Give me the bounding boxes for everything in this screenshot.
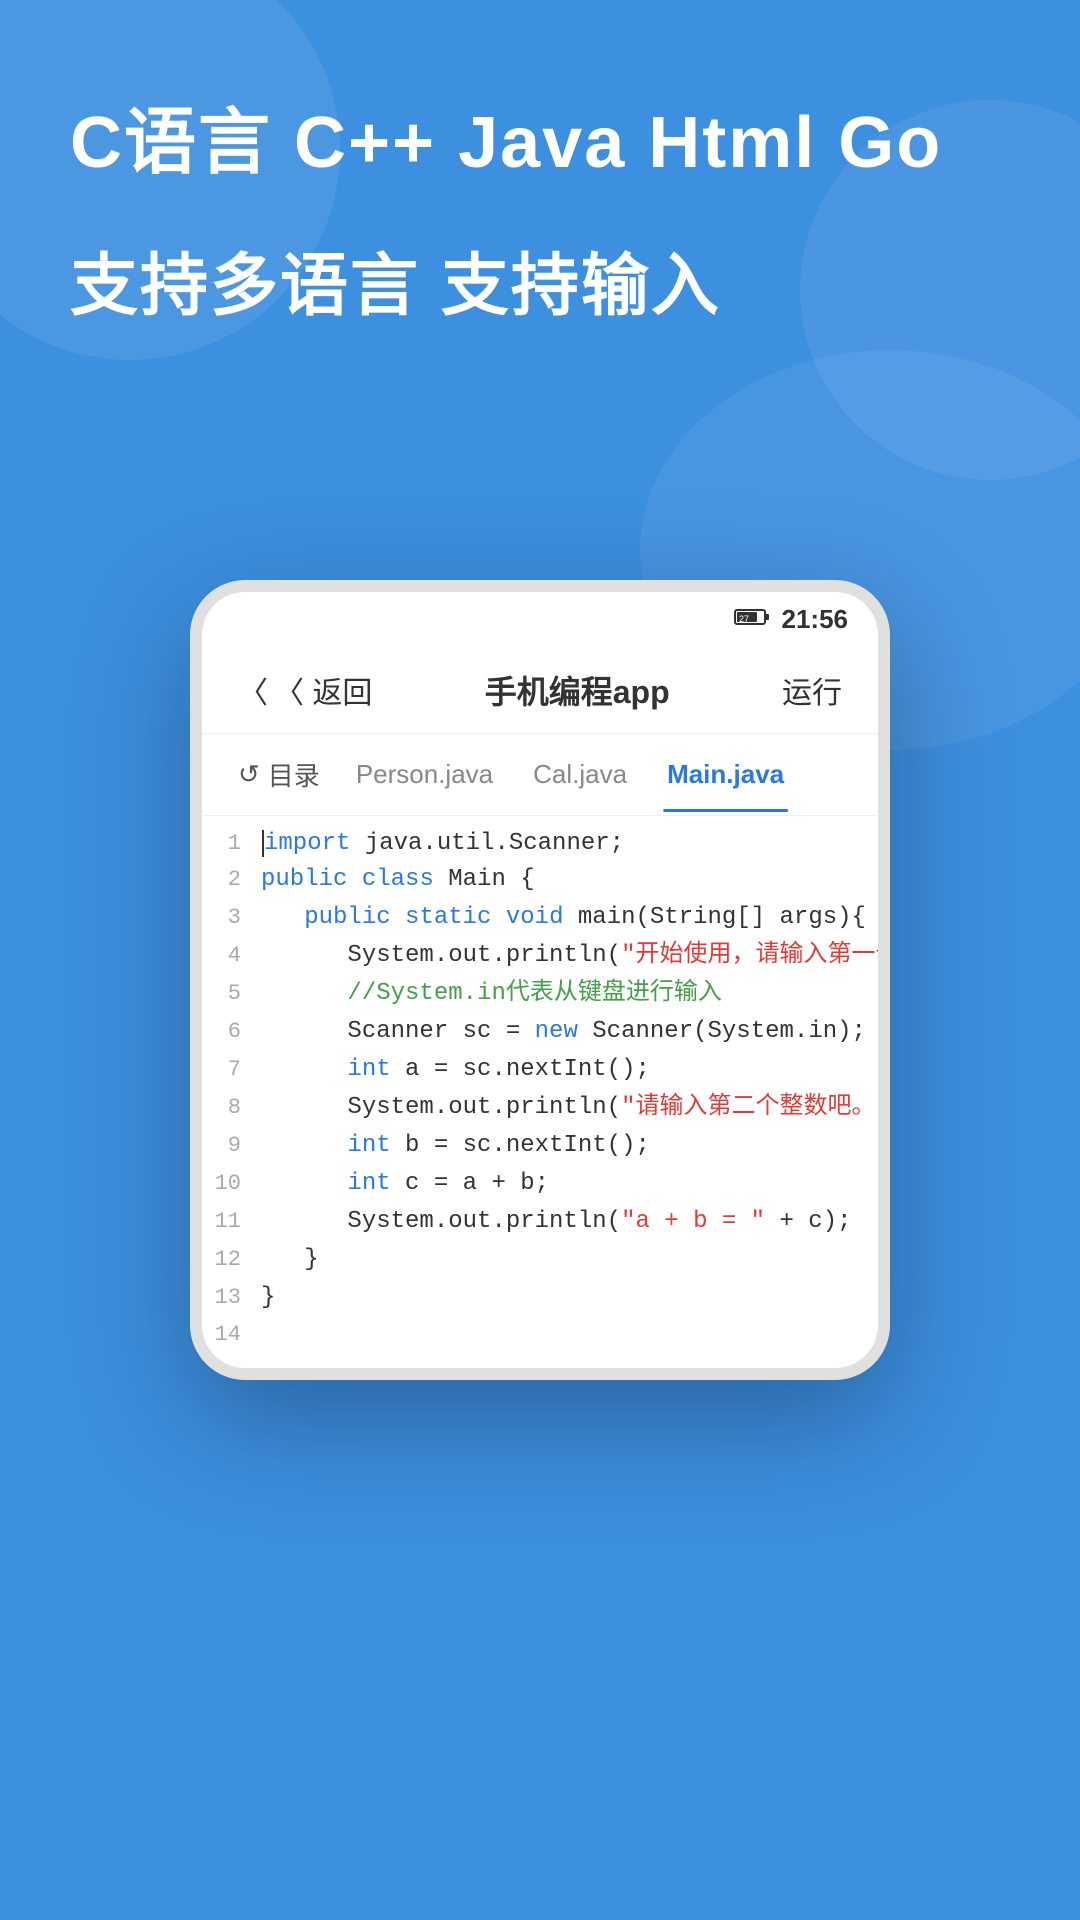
code-line-7: 7 int a = sc.nextInt();	[202, 1052, 878, 1090]
status-time: 21:56	[782, 604, 849, 635]
code-line-13: 13 }	[202, 1280, 878, 1318]
battery-indicator: 27	[734, 607, 770, 633]
back-chevron-icon: 〈	[238, 668, 268, 712]
code-line-2: 2 public class Main {	[202, 862, 878, 900]
phone-mockup-container: 27 21:56 〈 〈 返回 手机编程app 运行 ↺ 目录 Person.j…	[190, 580, 890, 1380]
code-line-4: 4 System.out.println("开始使用，请输入第一个整数吧。");	[202, 938, 878, 976]
back-label: 〈 返回	[274, 668, 372, 712]
folder-refresh-icon: ↺	[238, 759, 260, 790]
tab-main-java[interactable]: Main.java	[647, 737, 804, 812]
app-title: 手机编程app	[485, 667, 670, 713]
code-line-6: 6 Scanner sc = new Scanner(System.in);	[202, 1014, 878, 1052]
tab-cal-java[interactable]: Cal.java	[513, 737, 647, 812]
phone-mockup: 27 21:56 〈 〈 返回 手机编程app 运行 ↺ 目录 Person.j…	[190, 580, 890, 1380]
code-line-11: 11 System.out.println("a + b = " + c);	[202, 1204, 878, 1242]
status-bar: 27 21:56	[202, 592, 878, 647]
code-line-10: 10 int c = a + b;	[202, 1166, 878, 1204]
run-button[interactable]: 运行	[782, 668, 842, 712]
code-line-9: 9 int b = sc.nextInt();	[202, 1128, 878, 1166]
code-line-14: 14	[202, 1318, 878, 1368]
svg-text:27: 27	[739, 614, 749, 624]
tab-folder[interactable]: ↺ 目录	[222, 734, 336, 815]
hero-languages: C语言 C++ Java Html Go	[70, 100, 1010, 186]
tab-bar: ↺ 目录 Person.java Cal.java Main.java	[202, 734, 878, 816]
code-line-1: 1 import java.util.Scanner;	[202, 816, 878, 862]
tab-person-java[interactable]: Person.java	[336, 737, 513, 812]
code-line-8: 8 System.out.println("请输入第二个整数吧。");	[202, 1090, 878, 1128]
code-line-3: 3 public static void main(String[] args)…	[202, 900, 878, 938]
code-line-5: 5 //System.in代表从键盘进行输入	[202, 976, 878, 1014]
code-editor[interactable]: 1 import java.util.Scanner; 2 public cla…	[202, 816, 878, 1368]
hero-section: C语言 C++ Java Html Go 支持多语言 支持输入	[0, 100, 1080, 328]
back-button[interactable]: 〈 〈 返回	[238, 668, 372, 712]
app-header: 〈 〈 返回 手机编程app 运行	[202, 647, 878, 734]
code-line-12: 12 }	[202, 1242, 878, 1280]
folder-label: 目录	[268, 756, 320, 793]
hero-subtitle: 支持多语言 支持输入	[70, 246, 1010, 328]
